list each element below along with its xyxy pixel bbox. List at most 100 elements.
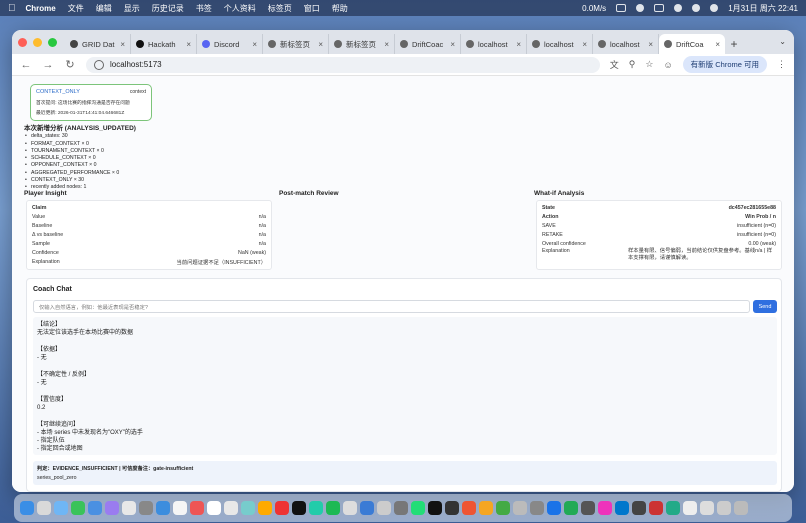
dock-app-icon[interactable]	[258, 501, 272, 515]
maximize-window-button[interactable]	[48, 37, 57, 47]
dock-app-icon[interactable]	[173, 501, 187, 515]
battery-icon[interactable]	[654, 4, 665, 12]
dock-app-icon[interactable]	[496, 501, 510, 515]
dock-app-icon[interactable]	[190, 501, 204, 515]
dock-app-icon[interactable]	[224, 501, 238, 515]
browser-tab[interactable]: localhost ×	[527, 34, 593, 54]
apple-menu-icon[interactable]: 	[8, 3, 16, 14]
dock-app-icon[interactable]	[581, 501, 595, 515]
tab-close-icon[interactable]: ×	[715, 40, 720, 49]
address-url[interactable]: localhost:5173	[110, 60, 162, 69]
browser-tab[interactable]: 新标签页 ×	[329, 34, 395, 54]
dock-app-icon[interactable]	[666, 501, 680, 515]
dock-app-icon[interactable]	[292, 501, 306, 515]
bookmark-star-icon[interactable]: ☆	[645, 59, 653, 70]
browser-tab[interactable]: Discord ×	[197, 34, 263, 54]
tab-close-icon[interactable]: ×	[648, 40, 653, 49]
dock-app-icon[interactable]	[377, 501, 391, 515]
dock-app-icon[interactable]	[598, 501, 612, 515]
dock-app-icon[interactable]	[105, 501, 119, 515]
menu-help[interactable]: 帮助	[332, 3, 348, 14]
wifi-icon[interactable]	[674, 4, 683, 12]
browser-tab[interactable]: DriftCoac ×	[395, 34, 461, 54]
dock-app-icon[interactable]	[428, 501, 442, 515]
menu-window[interactable]: 窗口	[304, 3, 320, 14]
browser-tab[interactable]: DriftCoa ×	[659, 34, 725, 54]
control-center-icon[interactable]	[710, 4, 719, 12]
dock-app-icon[interactable]	[462, 501, 476, 515]
dock-app-icon[interactable]	[547, 501, 561, 515]
translate-icon[interactable]: 文	[610, 58, 619, 71]
dock-app-icon[interactable]	[309, 501, 323, 515]
menu-app-name[interactable]: Chrome	[26, 4, 56, 13]
dock-app-icon[interactable]	[326, 501, 340, 515]
dock-app-icon[interactable]	[360, 501, 374, 515]
dock-app-icon[interactable]	[734, 501, 748, 515]
dock-app-icon[interactable]	[717, 501, 731, 515]
menu-file[interactable]: 文件	[68, 3, 84, 14]
menu-bookmarks[interactable]: 书签	[196, 3, 212, 14]
zoom-icon[interactable]: ⚲	[629, 59, 636, 70]
dock-app-icon[interactable]	[71, 501, 85, 515]
menu-edit[interactable]: 编辑	[96, 3, 112, 14]
dock-app-icon[interactable]	[564, 501, 578, 515]
dock-app-icon[interactable]	[207, 501, 221, 515]
tab-close-icon[interactable]: ×	[318, 40, 323, 49]
dock-app-icon[interactable]	[156, 501, 170, 515]
tab-close-icon[interactable]: ×	[582, 40, 587, 49]
browser-tab[interactable]: GRID Dat ×	[65, 34, 131, 54]
menubar-clock[interactable]: 1月31日 周六 22:41	[728, 3, 798, 14]
new-tab-button[interactable]: +	[725, 34, 743, 54]
search-icon[interactable]	[692, 4, 701, 12]
dock-app-icon[interactable]	[37, 501, 51, 515]
tab-close-icon[interactable]: ×	[450, 40, 455, 49]
dock-app-icon[interactable]	[683, 501, 697, 515]
dock-app-icon[interactable]	[122, 501, 136, 515]
menu-tabs[interactable]: 标签页	[268, 3, 292, 14]
send-button[interactable]: Send	[753, 300, 777, 313]
chat-input[interactable]: 仅输入自然语言，例如：他最近表现是否稳定?	[33, 300, 750, 313]
browser-tab[interactable]: 新标签页 ×	[263, 34, 329, 54]
tab-close-icon[interactable]: ×	[120, 40, 125, 49]
menu-view[interactable]: 显示	[124, 3, 140, 14]
browser-tab[interactable]: Hackath ×	[131, 34, 197, 54]
tab-close-icon[interactable]: ×	[384, 40, 389, 49]
dock-app-icon[interactable]	[343, 501, 357, 515]
dock-app-icon[interactable]	[275, 501, 289, 515]
tab-search-icon[interactable]: ⌄	[779, 37, 786, 46]
address-bar[interactable]: localhost:5173	[86, 56, 600, 73]
tab-close-icon[interactable]: ×	[516, 40, 521, 49]
dock-app-icon[interactable]	[241, 501, 255, 515]
more-menu-icon[interactable]: ⋮	[777, 59, 786, 70]
dock-app-icon[interactable]	[615, 501, 629, 515]
site-info-icon[interactable]	[94, 59, 104, 70]
dock-app-icon[interactable]	[394, 501, 408, 515]
profile-icon[interactable]: ☺	[663, 60, 672, 70]
browser-tab[interactable]: localhost ×	[461, 34, 527, 54]
tab-close-icon[interactable]: ×	[186, 40, 191, 49]
dock-app-icon[interactable]	[88, 501, 102, 515]
update-chrome-button[interactable]: 有新版 Chrome 可用	[682, 56, 767, 73]
forward-icon[interactable]: →	[42, 59, 54, 71]
tab-close-icon[interactable]: ×	[252, 40, 257, 49]
back-icon[interactable]: ←	[20, 59, 32, 71]
dock-app-icon[interactable]	[530, 501, 544, 515]
dock-app-icon[interactable]	[513, 501, 527, 515]
dock-app-icon[interactable]	[632, 501, 646, 515]
minimize-window-button[interactable]	[33, 37, 42, 47]
dock-app-icon[interactable]	[20, 501, 34, 515]
dock-app-icon[interactable]	[445, 501, 459, 515]
dock-app-icon[interactable]	[411, 501, 425, 515]
close-window-button[interactable]	[18, 37, 27, 47]
menu-profiles[interactable]: 个人资料	[224, 3, 256, 14]
dock-app-icon[interactable]	[139, 501, 153, 515]
status-app-icon[interactable]	[636, 4, 645, 12]
dock-app-icon[interactable]	[54, 501, 68, 515]
menu-history[interactable]: 历史记录	[152, 3, 184, 14]
dock-app-icon[interactable]	[479, 501, 493, 515]
browser-tab[interactable]: localhost ×	[593, 34, 659, 54]
dock-app-icon[interactable]	[649, 501, 663, 515]
dock-app-icon[interactable]	[700, 501, 714, 515]
status-app-icon[interactable]	[616, 4, 627, 12]
reload-icon[interactable]: ↻	[64, 58, 76, 71]
